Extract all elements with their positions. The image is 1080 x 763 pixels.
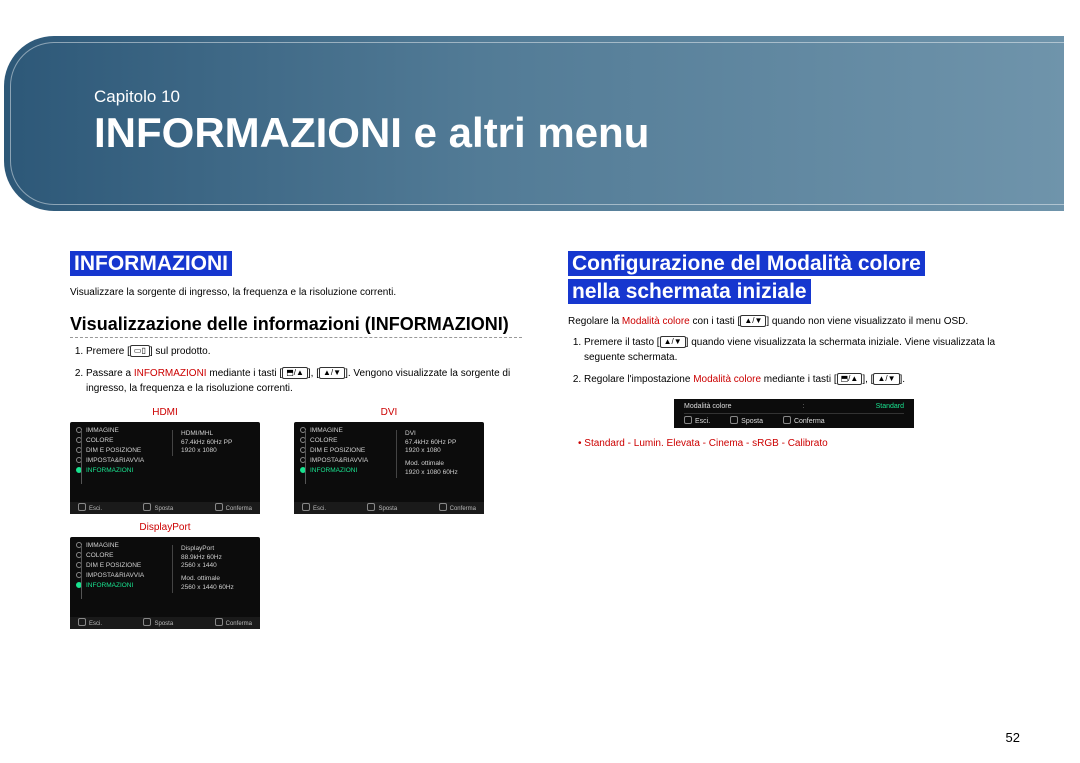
banner-border — [10, 42, 1064, 205]
section-heading-colormode: Configurazione del Modalità colore nella… — [568, 250, 1020, 307]
right-column: Configurazione del Modalità colore nella… — [568, 250, 1020, 629]
right-step-2: Regolare l'impostazione Modalità colore … — [584, 372, 1020, 388]
step-2: Passare a INFORMAZIONI mediante i tasti … — [86, 366, 522, 397]
section-heading-info: INFORMAZIONI — [70, 250, 522, 278]
right-step-1: Premere il tasto [▲/▼] quando viene visu… — [584, 335, 1020, 366]
colormode-lead: Regolare la Modalità colore con i tasti … — [568, 315, 1020, 329]
osd-colormode-bar: Modalità colore : Standard Esci. Sposta … — [674, 399, 914, 428]
steps-right: Premere il tasto [▲/▼] quando viene visu… — [584, 335, 1020, 388]
section-desc: Visualizzare la sorgente di ingresso, la… — [70, 286, 522, 300]
nav-key-icon: ⬒/▲ — [282, 367, 308, 379]
shot-dvi: DVI IMMAGINE COLORE DIM E POSIZIONE IMPO… — [294, 407, 484, 629]
page-number: 52 — [1006, 730, 1020, 745]
chapter-banner: Capitolo 10 INFORMAZIONI e altri menu — [4, 36, 1064, 211]
step-1: Premere [▭▯] sul prodotto. — [86, 344, 522, 360]
subheading-view-info: Visualizzazione delle informazioni (INFO… — [70, 314, 522, 338]
osd-hdmi: IMMAGINE COLORE DIM E POSIZIONE IMPOSTA&… — [70, 422, 260, 514]
screenshots-row-1: HDMI IMMAGINE COLORE DIM E POSIZIONE IMP… — [70, 407, 522, 629]
shot-hdmi: HDMI IMMAGINE COLORE DIM E POSIZIONE IMP… — [70, 407, 260, 629]
updown-key-icon: ▲/▼ — [319, 367, 345, 379]
left-column: INFORMAZIONI Visualizzare la sorgente di… — [70, 250, 522, 629]
content-area: INFORMAZIONI Visualizzare la sorgente di… — [70, 250, 1020, 629]
updown-key-icon: ▲/▼ — [740, 315, 766, 327]
osd-displayport: IMMAGINE COLORE DIM E POSIZIONE IMPOSTA&… — [70, 537, 260, 629]
updown-key-icon: ▲/▼ — [873, 373, 899, 385]
nav-key-icon: ⬒/▲ — [837, 373, 863, 385]
color-modes-list: Standard - Lumin. Elevata - Cinema - sRG… — [578, 438, 1020, 449]
osd-dvi: IMMAGINE COLORE DIM E POSIZIONE IMPOSTA&… — [294, 422, 484, 514]
menu-key-icon: ▭▯ — [130, 345, 150, 357]
steps-left: Premere [▭▯] sul prodotto. Passare a INF… — [86, 344, 522, 397]
updown-key-icon: ▲/▼ — [660, 336, 686, 348]
